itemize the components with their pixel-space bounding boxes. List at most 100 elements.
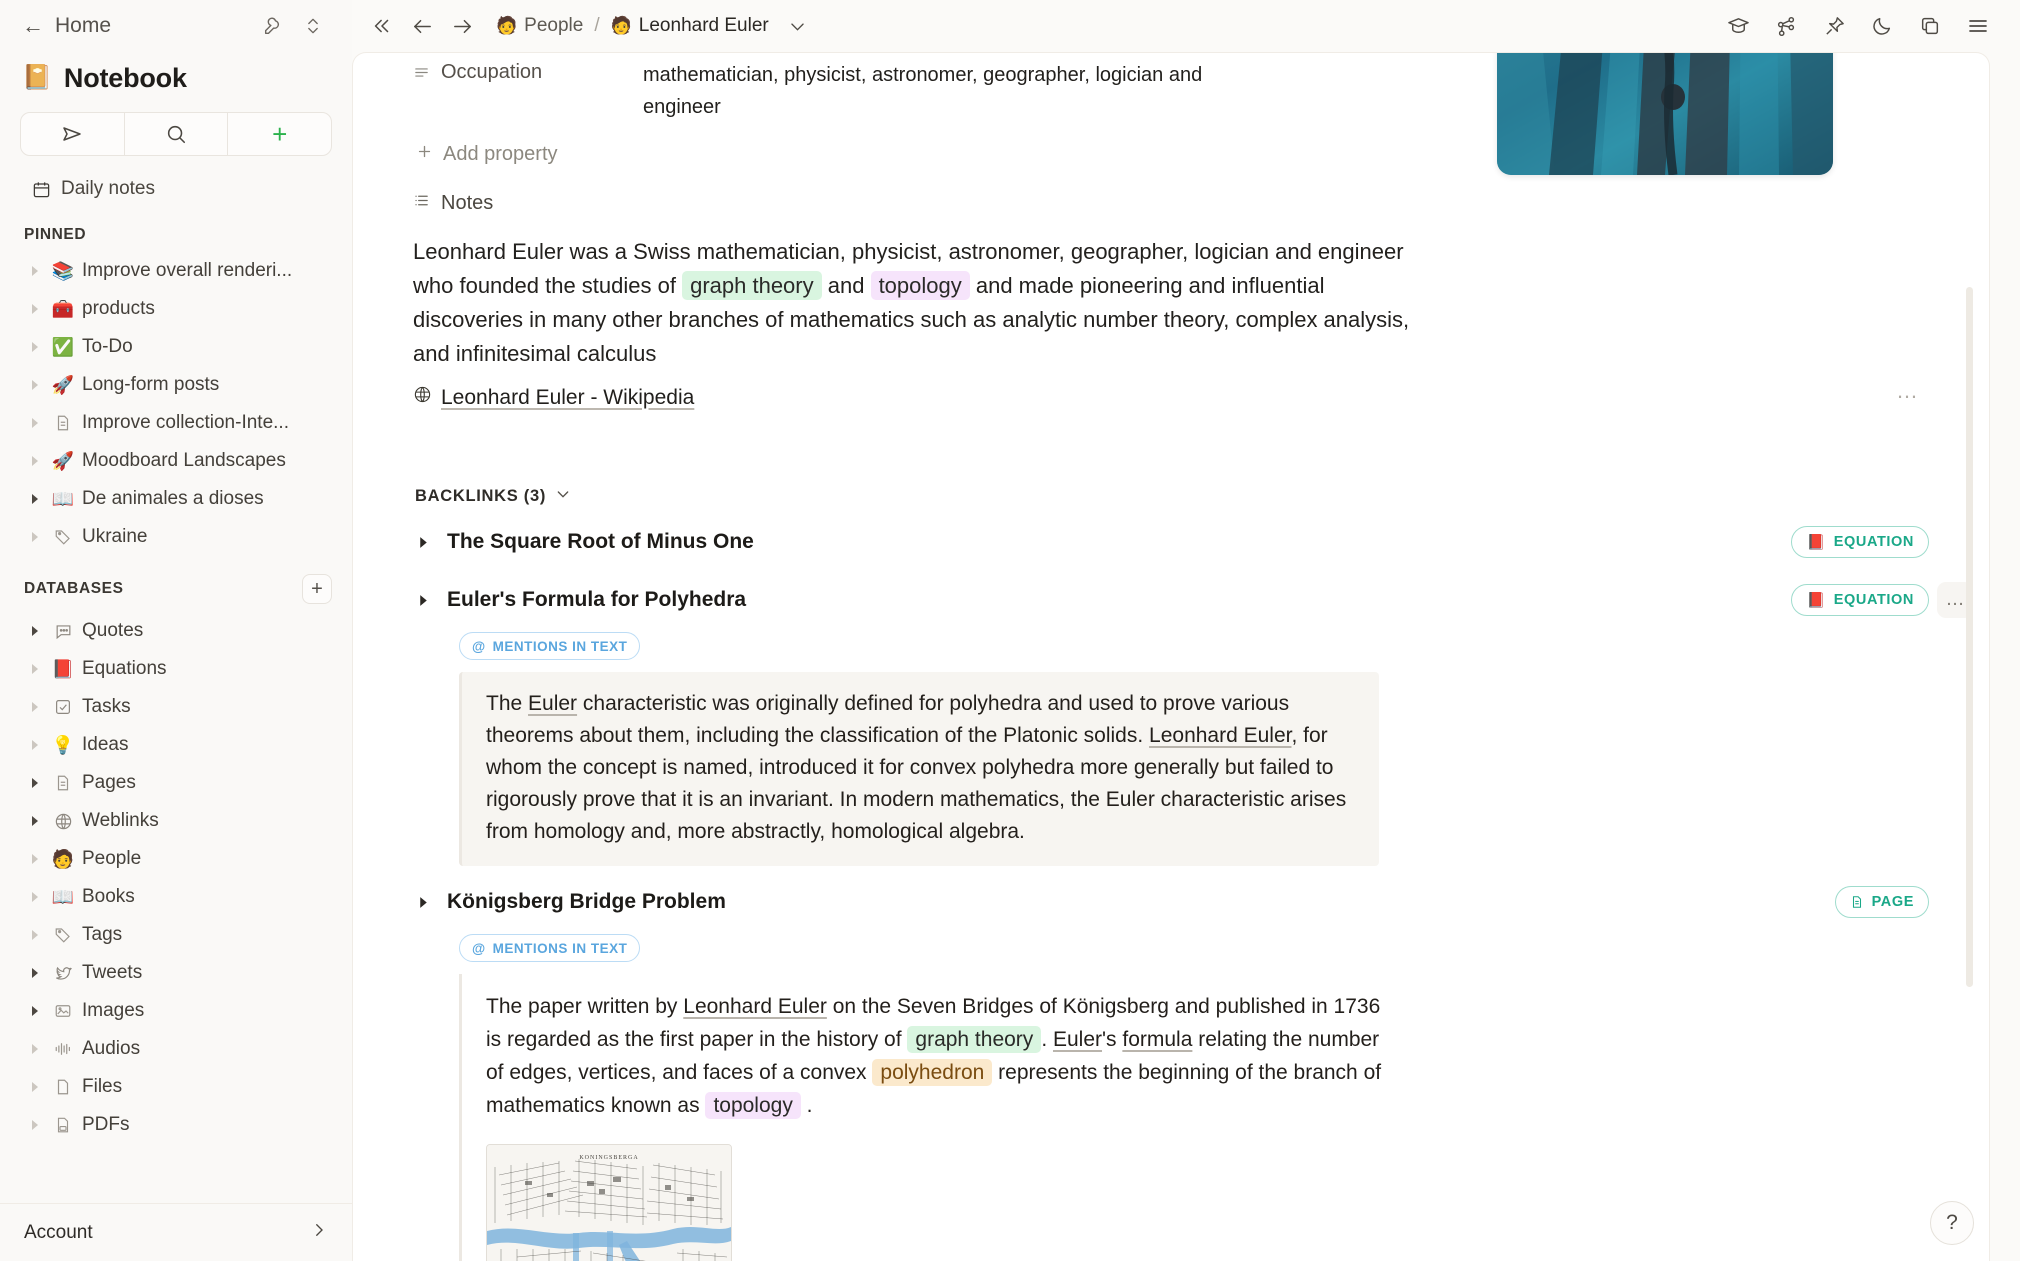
chevron-right-icon[interactable] <box>26 376 44 394</box>
sidebar-item-improve-overall-rendering[interactable]: 📚 Improve overall renderi... <box>12 252 340 290</box>
backlink-header-eulers-formula-for-polyhedra[interactable]: Euler's Formula for Polyhedra 📕 EQUATION… <box>413 578 1973 622</box>
expand-collapse-icon[interactable] <box>298 11 328 41</box>
konigsberg-map-image[interactable]: KONINGSBERGA <box>486 1144 732 1261</box>
breadcrumb-leonhard-euler[interactable]: 🧑 Leonhard Euler <box>611 15 769 37</box>
sidebar-item-audios[interactable]: Audios <box>12 1030 340 1068</box>
sidebar-item-books[interactable]: 📖 Books <box>12 878 340 916</box>
sidebar-item-people[interactable]: 🧑 People <box>12 840 340 878</box>
status-badge[interactable]: PAGE <box>1834 886 1929 918</box>
backlink-excerpt[interactable]: The Euler characteristic was originally … <box>459 672 1379 866</box>
backlink-header-square-root-minus-one[interactable]: The Square Root of Minus One 📕 EQUATION <box>413 520 1929 564</box>
sidebar-item-quotes[interactable]: Quotes <box>12 612 340 650</box>
breadcrumb-people[interactable]: 🧑 People <box>496 15 583 37</box>
chevron-right-icon[interactable] <box>26 490 44 508</box>
inline-tag-topology[interactable]: topology <box>870 271 970 300</box>
back-arrow-icon[interactable] <box>402 6 442 46</box>
sidebar-item-pdfs[interactable]: PDFs <box>12 1106 340 1144</box>
sidebar-item-weblinks[interactable]: Weblinks <box>12 802 340 840</box>
collapse-sidebar-icon[interactable] <box>362 6 402 46</box>
chevron-down-icon[interactable] <box>555 486 571 506</box>
sidebar-item-images[interactable]: Images <box>12 992 340 1030</box>
chevron-right-icon[interactable] <box>26 812 44 830</box>
chevron-right-icon[interactable] <box>26 888 44 906</box>
wrench-icon[interactable] <box>258 11 288 41</box>
chevron-right-icon[interactable] <box>26 528 44 546</box>
chevron-right-icon[interactable] <box>415 896 431 909</box>
sidebar-item-daily-notes[interactable]: Daily notes <box>12 170 340 208</box>
chevron-right-icon[interactable] <box>26 736 44 754</box>
mention-link-formula[interactable]: formula <box>1122 1028 1192 1051</box>
sidebar-item-files[interactable]: Files <box>12 1068 340 1106</box>
mention-link-euler[interactable]: Euler <box>1053 1028 1102 1051</box>
chevron-right-icon[interactable] <box>26 774 44 792</box>
add-database-button[interactable]: + <box>302 574 332 604</box>
dark-mode-moon-icon[interactable] <box>1862 6 1902 46</box>
chevron-right-icon[interactable] <box>26 1040 44 1058</box>
status-badge[interactable]: 📕 EQUATION <box>1791 526 1929 558</box>
graduation-cap-icon[interactable] <box>1718 6 1758 46</box>
chevron-right-icon[interactable] <box>415 536 431 549</box>
link-options-button[interactable]: … <box>1896 378 1929 404</box>
chevron-right-icon[interactable] <box>26 698 44 716</box>
status-badge[interactable]: 📕 EQUATION <box>1791 584 1929 616</box>
chevron-right-icon[interactable] <box>26 1116 44 1134</box>
chevron-right-icon[interactable] <box>26 300 44 318</box>
search-icon[interactable] <box>125 113 229 155</box>
sidebar-item-to-do[interactable]: ✅ To-Do <box>12 328 340 366</box>
send-icon[interactable] <box>21 113 125 155</box>
backlinks-title: BACKLINKS (3) <box>415 486 547 505</box>
sidebar-item-long-form-posts[interactable]: 🚀 Long-form posts <box>12 366 340 404</box>
copy-duplicate-icon[interactable] <box>1910 6 1950 46</box>
sidebar-item-improve-collection-interface[interactable]: Improve collection-Inte... <box>12 404 340 442</box>
document-scroll: Occupation mathematician, physicist, ast… <box>353 53 1989 1261</box>
excerpt-part-c: . <box>1041 1028 1053 1051</box>
chevron-right-icon[interactable] <box>26 452 44 470</box>
inline-tag-topology[interactable]: topology <box>705 1092 801 1119</box>
hamburger-menu-icon[interactable] <box>1958 6 1998 46</box>
mentions-in-text-chip[interactable]: @ MENTIONS IN TEXT <box>459 632 641 660</box>
sidebar-item-ukraine[interactable]: Ukraine <box>12 518 340 556</box>
sidebar-item-tags[interactable]: Tags <box>12 916 340 954</box>
sidebar-item-equations[interactable]: 📕 Equations <box>12 650 340 688</box>
inline-tag-graph-theory[interactable]: graph theory <box>907 1026 1042 1053</box>
backlinks-header[interactable]: BACKLINKS (3) <box>413 410 1929 506</box>
mention-link-euler[interactable]: Euler <box>528 692 577 715</box>
chevron-down-icon[interactable] <box>778 6 818 46</box>
chevron-right-icon[interactable] <box>26 926 44 944</box>
chevron-right-icon[interactable] <box>26 414 44 432</box>
mention-link-leonhard-euler[interactable]: Leonhard Euler <box>1149 724 1291 747</box>
chevron-right-icon[interactable] <box>26 1078 44 1096</box>
sidebar-item-de-animales-a-dioses[interactable]: 📖 De animales a dioses <box>12 480 340 518</box>
help-button[interactable]: ? <box>1930 1201 1974 1245</box>
property-value[interactable]: mathematician, physicist, astronomer, ge… <box>643 59 1203 123</box>
chevron-right-icon[interactable] <box>26 338 44 356</box>
backlink-header-konigsberg-bridge-problem[interactable]: Königsberg Bridge Problem PAGE <box>413 880 1929 924</box>
sidebar-item-tasks[interactable]: Tasks <box>12 688 340 726</box>
chevron-right-icon[interactable] <box>26 964 44 982</box>
chevron-right-icon[interactable] <box>26 622 44 640</box>
backlink-excerpt[interactable]: The paper written by Leonhard Euler on t… <box>459 974 1419 1261</box>
vertical-scrollbar[interactable] <box>1966 287 1973 987</box>
chevron-right-icon[interactable] <box>26 1002 44 1020</box>
mentions-in-text-chip[interactable]: @ MENTIONS IN TEXT <box>459 934 641 962</box>
sidebar-item-tweets[interactable]: Tweets <box>12 954 340 992</box>
forward-arrow-icon[interactable] <box>442 6 482 46</box>
graph-relations-icon[interactable] <box>1766 6 1806 46</box>
mention-link-leonhard-euler[interactable]: Leonhard Euler <box>683 995 827 1018</box>
inline-tag-polyhedron[interactable]: polyhedron <box>872 1059 993 1086</box>
sidebar-item-moodboard-landscapes[interactable]: 🚀 Moodboard Landscapes <box>12 442 340 480</box>
inline-tag-graph-theory[interactable]: graph theory <box>682 271 822 300</box>
add-icon[interactable]: + <box>228 113 331 155</box>
sidebar-item-ideas[interactable]: 💡 Ideas <box>12 726 340 764</box>
sidebar-back-home[interactable]: ← Home <box>22 14 111 38</box>
wikipedia-link[interactable]: Leonhard Euler - Wikipedia <box>413 371 694 410</box>
pin-icon[interactable] <box>1814 6 1854 46</box>
chevron-right-icon[interactable] <box>26 262 44 280</box>
note-body-paragraph[interactable]: Leonhard Euler was a Swiss mathematician… <box>413 215 1413 371</box>
sidebar-item-pages[interactable]: Pages <box>12 764 340 802</box>
account-row[interactable]: Account <box>0 1203 352 1261</box>
sidebar-item-products[interactable]: 🧰 products <box>12 290 340 328</box>
chevron-right-icon[interactable] <box>415 594 431 607</box>
chevron-right-icon[interactable] <box>26 850 44 868</box>
chevron-right-icon[interactable] <box>26 660 44 678</box>
